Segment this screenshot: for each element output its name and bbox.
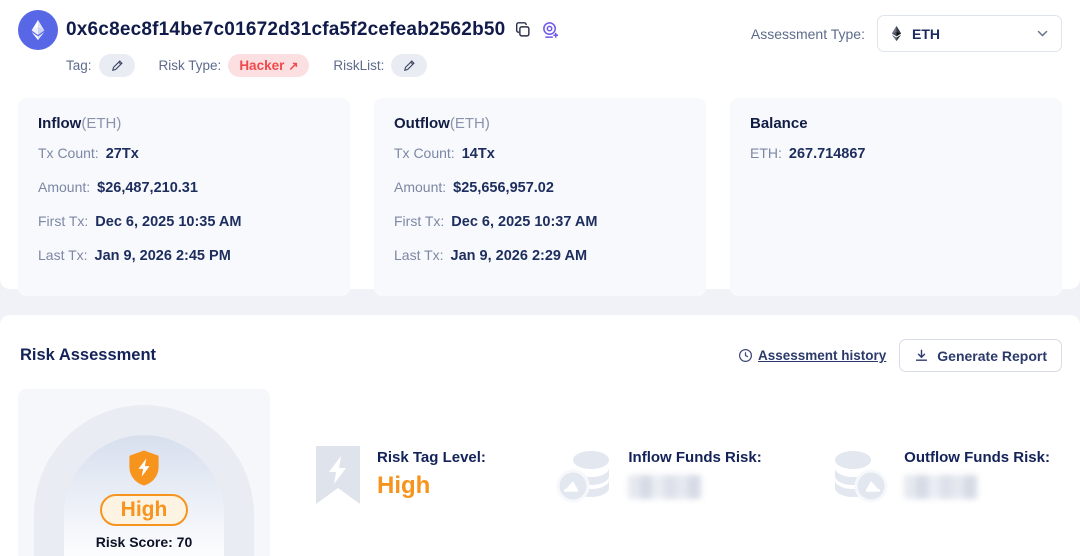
risk-assessment-panel: Risk Assessment Assessment history Gener… — [0, 315, 1080, 556]
address-header: 0x6c8ec8f14be7c01672d31cfa5f2cefeab2562b… — [0, 10, 1080, 77]
risk-tag-level-label: Risk Tag Level: — [377, 449, 486, 466]
stat-row: Amount: $25,656,957.02 — [394, 179, 686, 196]
balance-card-title: Balance — [750, 115, 1042, 132]
assessment-type-select[interactable]: ETH — [877, 15, 1062, 52]
balance-card: Balance ETH: 267.714867 — [730, 98, 1062, 296]
risk-type-group: Risk Type: Hacker ↗ — [159, 54, 310, 77]
stat-row: Amount: $26,487,210.31 — [38, 179, 330, 196]
stat-value: 267.714867 — [789, 146, 866, 162]
pencil-icon — [402, 59, 416, 73]
edit-risklist-button[interactable] — [391, 54, 427, 77]
stat-value: Jan 9, 2026 2:29 AM — [451, 248, 587, 264]
risklist-group: RiskList: — [333, 54, 427, 77]
inflow-funds-risk-item: Inflow Funds Risk: — [555, 446, 761, 556]
risk-row: High Risk Score: 70 Risk Tag Level: High — [0, 389, 1080, 556]
stat-label: Last Tx: — [394, 247, 444, 263]
stat-value: Jan 9, 2026 2:45 PM — [95, 248, 231, 264]
card-title-suffix: (ETH) — [450, 115, 490, 132]
generate-report-label: Generate Report — [937, 348, 1047, 364]
coins-clock-icon — [555, 446, 613, 504]
inflow-card: Inflow(ETH) Tx Count: 27Tx Amount: $26,487… — [18, 98, 350, 296]
coins-clock-icon — [831, 446, 889, 504]
add-to-monitor-icon[interactable] — [541, 21, 560, 40]
inflow-funds-risk-label: Inflow Funds Risk: — [628, 449, 761, 466]
stat-row: ETH: 267.714867 — [750, 145, 1042, 162]
stat-label: Amount: — [394, 179, 446, 195]
chevron-down-icon — [1036, 27, 1049, 40]
stat-label: Last Tx: — [38, 247, 88, 263]
stat-label: ETH: — [750, 145, 782, 161]
censored-value — [904, 475, 978, 499]
risk-item-texts: Outflow Funds Risk: — [904, 446, 1050, 499]
edit-tag-button[interactable] — [99, 54, 135, 77]
risk-tag-level-item: Risk Tag Level: High — [314, 446, 486, 556]
stat-cards: Inflow(ETH) Tx Count:27Tx Amount:$26,487… — [18, 98, 1062, 296]
stat-value: $25,656,957.02 — [453, 180, 554, 196]
stat-value: 14Tx — [462, 146, 495, 162]
eth-token-icon — [890, 25, 903, 42]
card-title-text: Outflow — [394, 115, 450, 132]
eth-logo-avatar — [18, 10, 58, 50]
assessment-history-link[interactable]: Assessment history — [738, 348, 886, 363]
censored-value — [628, 475, 702, 499]
download-icon — [914, 348, 929, 363]
risk-type-value: Hacker — [239, 58, 284, 73]
stat-value: Dec 6, 2025 10:35 AM — [95, 214, 241, 230]
address-title-column: 0x6c8ec8f14be7c01672d31cfa5f2cefeab2562b… — [66, 10, 751, 77]
assessment-type-label: Assessment Type: — [751, 26, 865, 42]
outflow-card: Outflow(ETH) Tx Count: 14Tx Amount: $25,65… — [374, 98, 706, 296]
risklist-label: RiskList: — [333, 58, 384, 73]
risk-items: Risk Tag Level: High Inflow Funds Risk: — [270, 389, 1080, 556]
card-title-text: Balance — [750, 115, 808, 132]
tags-row: Tag: Risk Type: Hacker ↗ RiskList: — [66, 54, 751, 77]
risk-score-gauge: High Risk Score: 70 — [18, 389, 270, 556]
stat-value: $26,487,210.31 — [97, 180, 198, 196]
stat-row: Tx Count: 27Tx — [38, 145, 330, 162]
gauge-content: High Risk Score: 70 — [18, 449, 270, 550]
risk-score-text: Risk Score: 70 — [96, 534, 193, 550]
risk-section-header: Risk Assessment Assessment history Gener… — [0, 315, 1080, 372]
stat-label: First Tx: — [394, 213, 444, 229]
risk-section-title: Risk Assessment — [20, 346, 738, 365]
inflow-card-title: Inflow(ETH) — [38, 115, 330, 132]
clock-icon — [738, 348, 753, 363]
address-summary-panel: 0x6c8ec8f14be7c01672d31cfa5f2cefeab2562b… — [0, 0, 1080, 289]
assessment-type-value: ETH — [912, 26, 1027, 42]
address-row: 0x6c8ec8f14be7c01672d31cfa5f2cefeab2562b… — [66, 10, 751, 50]
wallet-address: 0x6c8ec8f14be7c01672d31cfa5f2cefeab2562b… — [66, 19, 505, 41]
risk-type-badge[interactable]: Hacker ↗ — [228, 54, 309, 77]
risk-item-texts: Inflow Funds Risk: — [628, 446, 761, 499]
stat-label: Amount: — [38, 179, 90, 195]
assessment-history-label: Assessment history — [758, 348, 886, 363]
copy-address-icon[interactable] — [514, 21, 532, 39]
outflow-funds-risk-label: Outflow Funds Risk: — [904, 449, 1050, 466]
ethereum-icon — [27, 19, 49, 41]
stat-value: 27Tx — [106, 146, 139, 162]
stat-value: Dec 6, 2025 10:37 AM — [451, 214, 597, 230]
stat-row: Last Tx: Jan 9, 2026 2:45 PM — [38, 247, 330, 264]
risk-type-label: Risk Type: — [159, 58, 222, 73]
risk-tag-level-value: High — [377, 473, 486, 499]
generate-report-button[interactable]: Generate Report — [899, 339, 1062, 372]
outflow-funds-risk-item: Outflow Funds Risk: — [831, 446, 1050, 556]
pencil-icon — [110, 59, 124, 73]
bookmark-bolt-icon — [314, 446, 362, 504]
stat-label: Tx Count: — [38, 145, 99, 161]
outflow-card-title: Outflow(ETH) — [394, 115, 686, 132]
stat-row: Last Tx: Jan 9, 2026 2:29 AM — [394, 247, 686, 264]
tag-group: Tag: — [66, 54, 135, 77]
stat-row: First Tx: Dec 6, 2025 10:35 AM — [38, 213, 330, 230]
stat-row: First Tx: Dec 6, 2025 10:37 AM — [394, 213, 686, 230]
card-title-text: Inflow — [38, 115, 81, 132]
stat-label: First Tx: — [38, 213, 88, 229]
external-link-icon: ↗ — [288, 59, 298, 73]
assessment-type-control: Assessment Type: ETH — [751, 15, 1062, 52]
tag-label: Tag: — [66, 58, 92, 73]
card-title-suffix: (ETH) — [81, 115, 121, 132]
stat-row: Tx Count: 14Tx — [394, 145, 686, 162]
shield-bolt-icon — [126, 449, 162, 487]
risk-item-texts: Risk Tag Level: High — [377, 446, 486, 499]
risk-level-badge: High — [100, 494, 189, 526]
stat-label: Tx Count: — [394, 145, 455, 161]
